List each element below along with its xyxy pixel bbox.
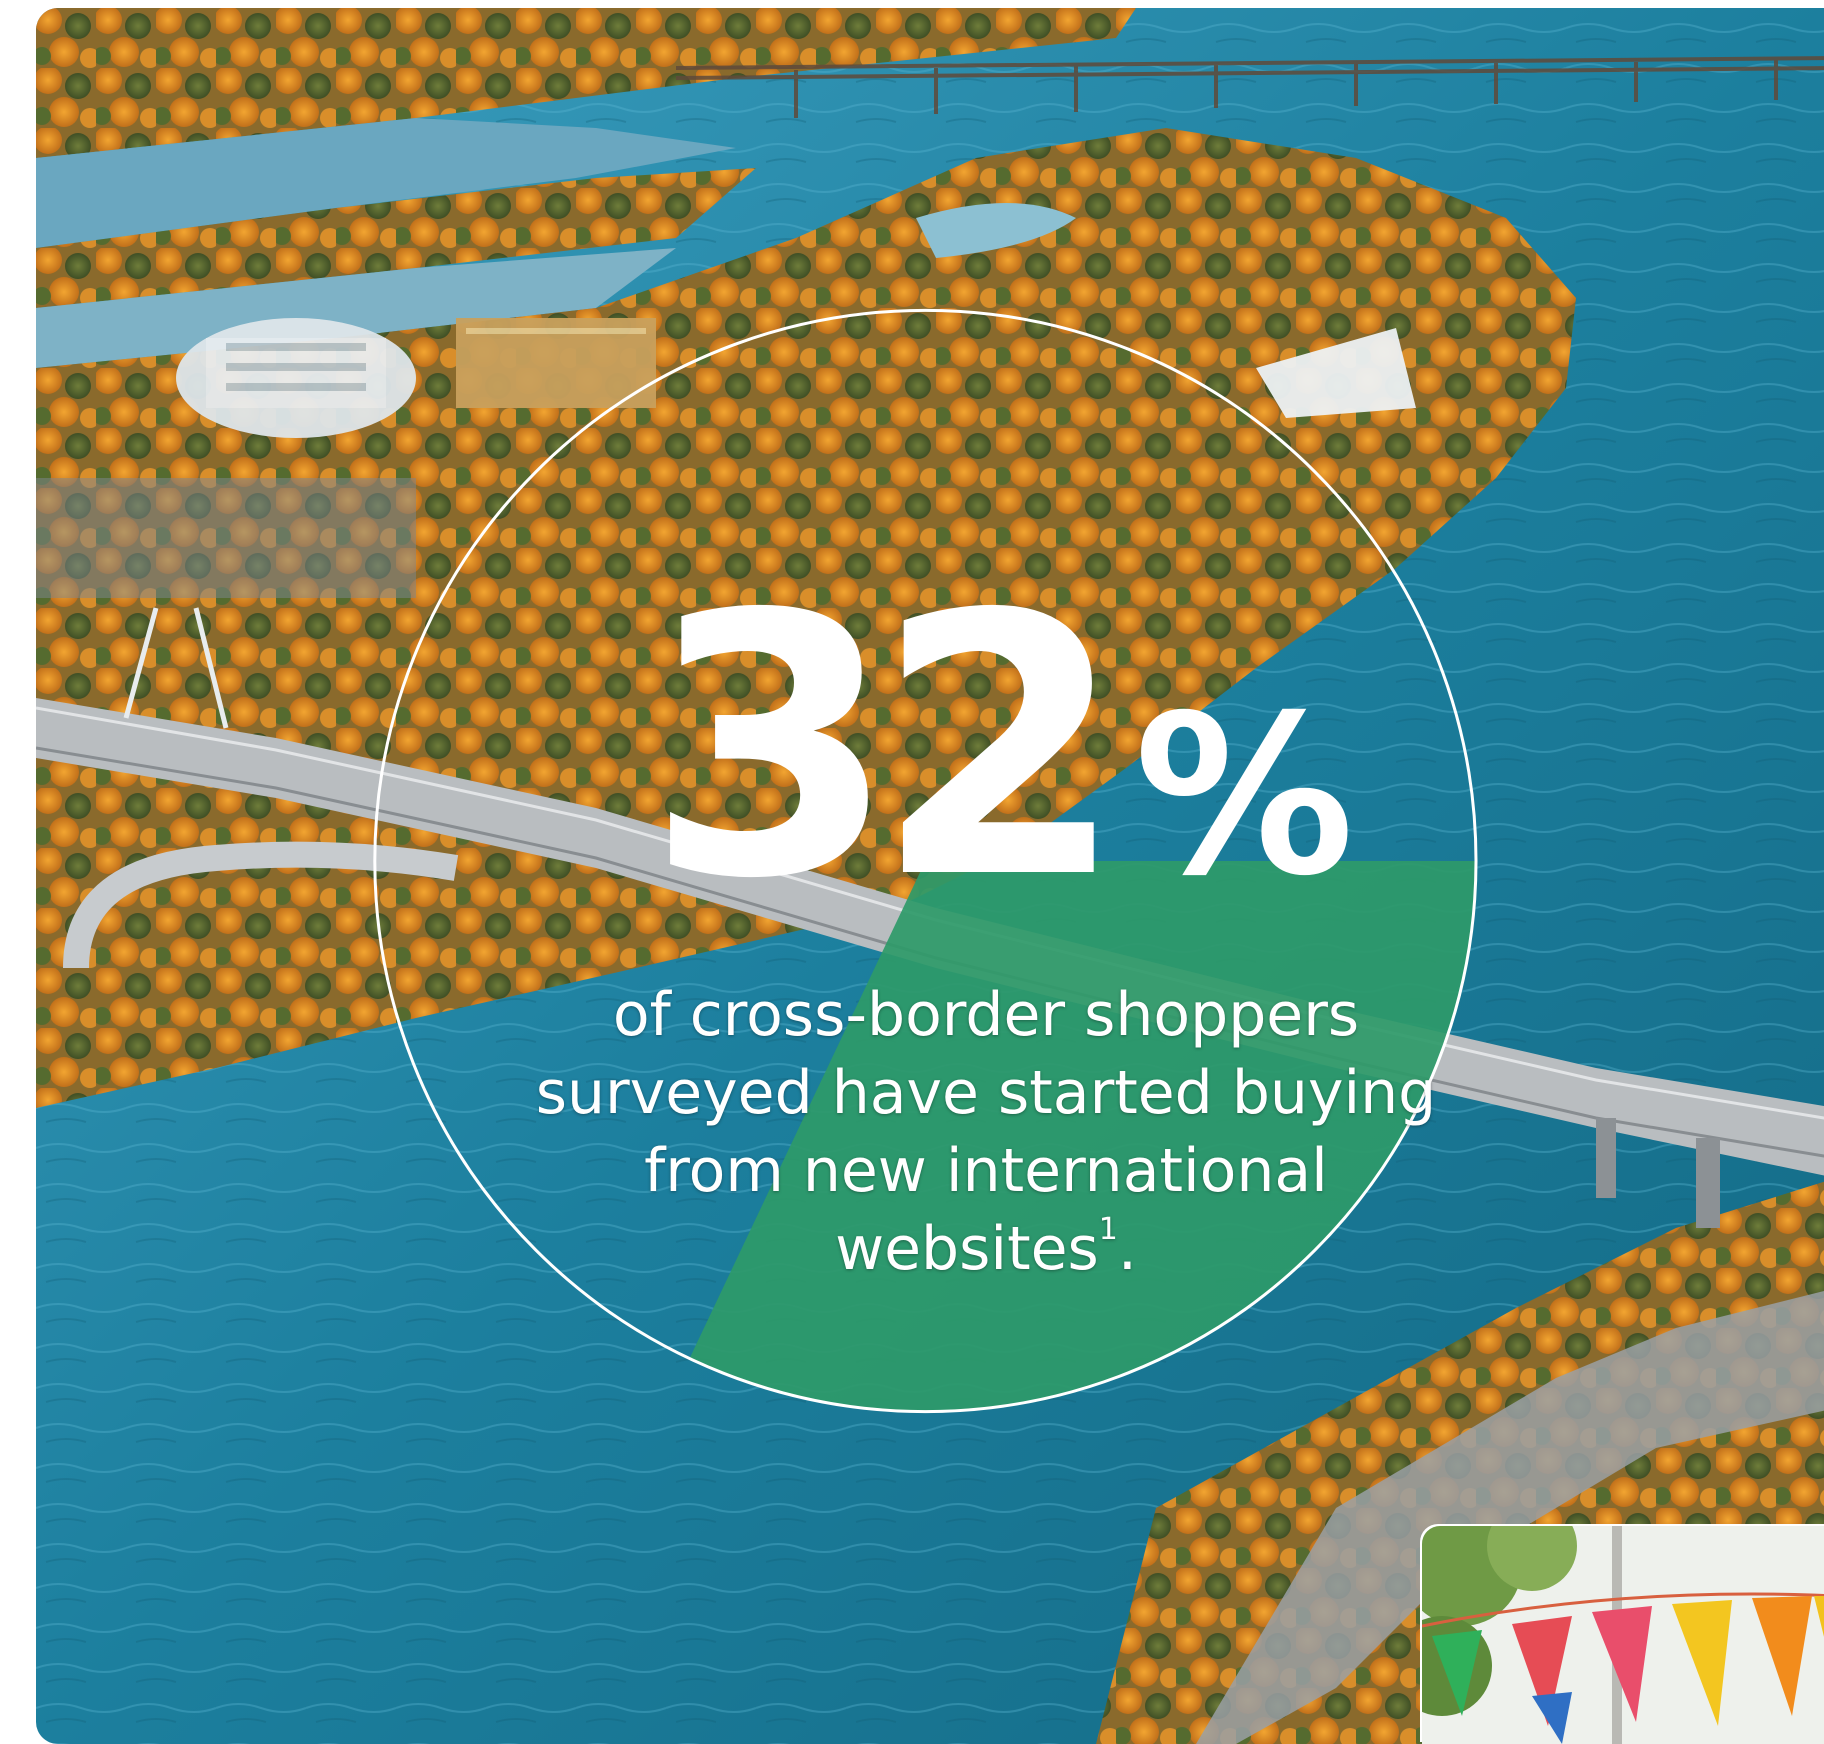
caption-last-word: websites: [835, 1214, 1099, 1284]
caption-period: .: [1117, 1214, 1137, 1284]
stat-overlay: 32 % of cross-border shoppers surveyed h…: [36, 8, 1824, 1744]
caption-line: of cross-border shoppers: [612, 980, 1360, 1050]
stat-percent-sign: %: [1134, 668, 1355, 924]
stat-figure: 32 %: [646, 568, 1366, 968]
footnote-mark: 1: [1098, 1212, 1118, 1247]
stat-caption: of cross-border shoppers surveyed have s…: [436, 976, 1536, 1288]
hero-card: 32 % of cross-border shoppers surveyed h…: [36, 8, 1824, 1744]
caption-line-last: websites1.: [436, 1210, 1536, 1288]
caption-line: surveyed have started buying: [535, 1058, 1437, 1128]
festival-bunting-thumbnail: [1422, 1526, 1824, 1744]
caption-line: from new international: [644, 1136, 1328, 1206]
bunting-photo: [1422, 1526, 1824, 1744]
stat-number: 32: [646, 538, 1125, 957]
